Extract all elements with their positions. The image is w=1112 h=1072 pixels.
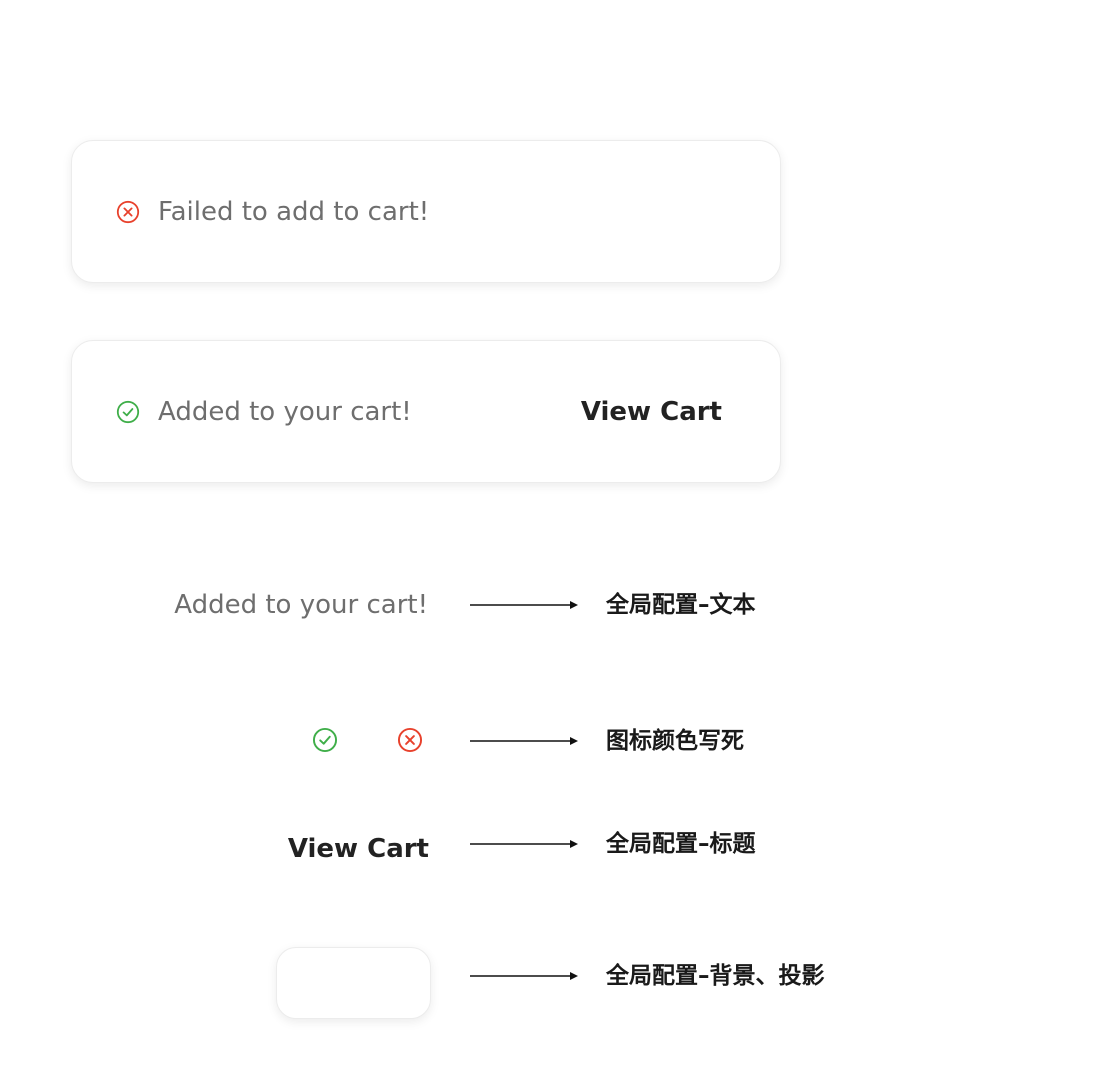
x-circle-icon bbox=[397, 727, 423, 753]
legend-background-label: 全局配置–背景、投影 bbox=[606, 963, 825, 989]
error-toast: Failed to add to cart! bbox=[71, 140, 781, 283]
x-circle-icon bbox=[116, 200, 140, 224]
arrow-right-icon bbox=[470, 971, 578, 981]
success-toast: Added to your cart! View Cart bbox=[71, 340, 781, 483]
check-circle-icon bbox=[116, 400, 140, 424]
success-message: Added to your cart! bbox=[158, 397, 412, 427]
view-cart-button[interactable]: View Cart bbox=[581, 395, 722, 429]
legend-icons-label: 图标颜色写死 bbox=[606, 728, 744, 754]
error-message: Failed to add to cart! bbox=[158, 197, 430, 227]
check-circle-icon bbox=[312, 727, 338, 753]
arrow-right-icon bbox=[470, 736, 578, 746]
legend-text-sample: Added to your cart! bbox=[174, 590, 428, 620]
legend-text-label: 全局配置–文本 bbox=[606, 592, 756, 618]
background-shadow-swatch bbox=[276, 947, 431, 1019]
legend-title-sample: View Cart bbox=[287, 834, 429, 864]
arrow-right-icon bbox=[470, 600, 578, 610]
legend-title-label: 全局配置–标题 bbox=[606, 831, 756, 857]
arrow-right-icon bbox=[470, 839, 578, 849]
